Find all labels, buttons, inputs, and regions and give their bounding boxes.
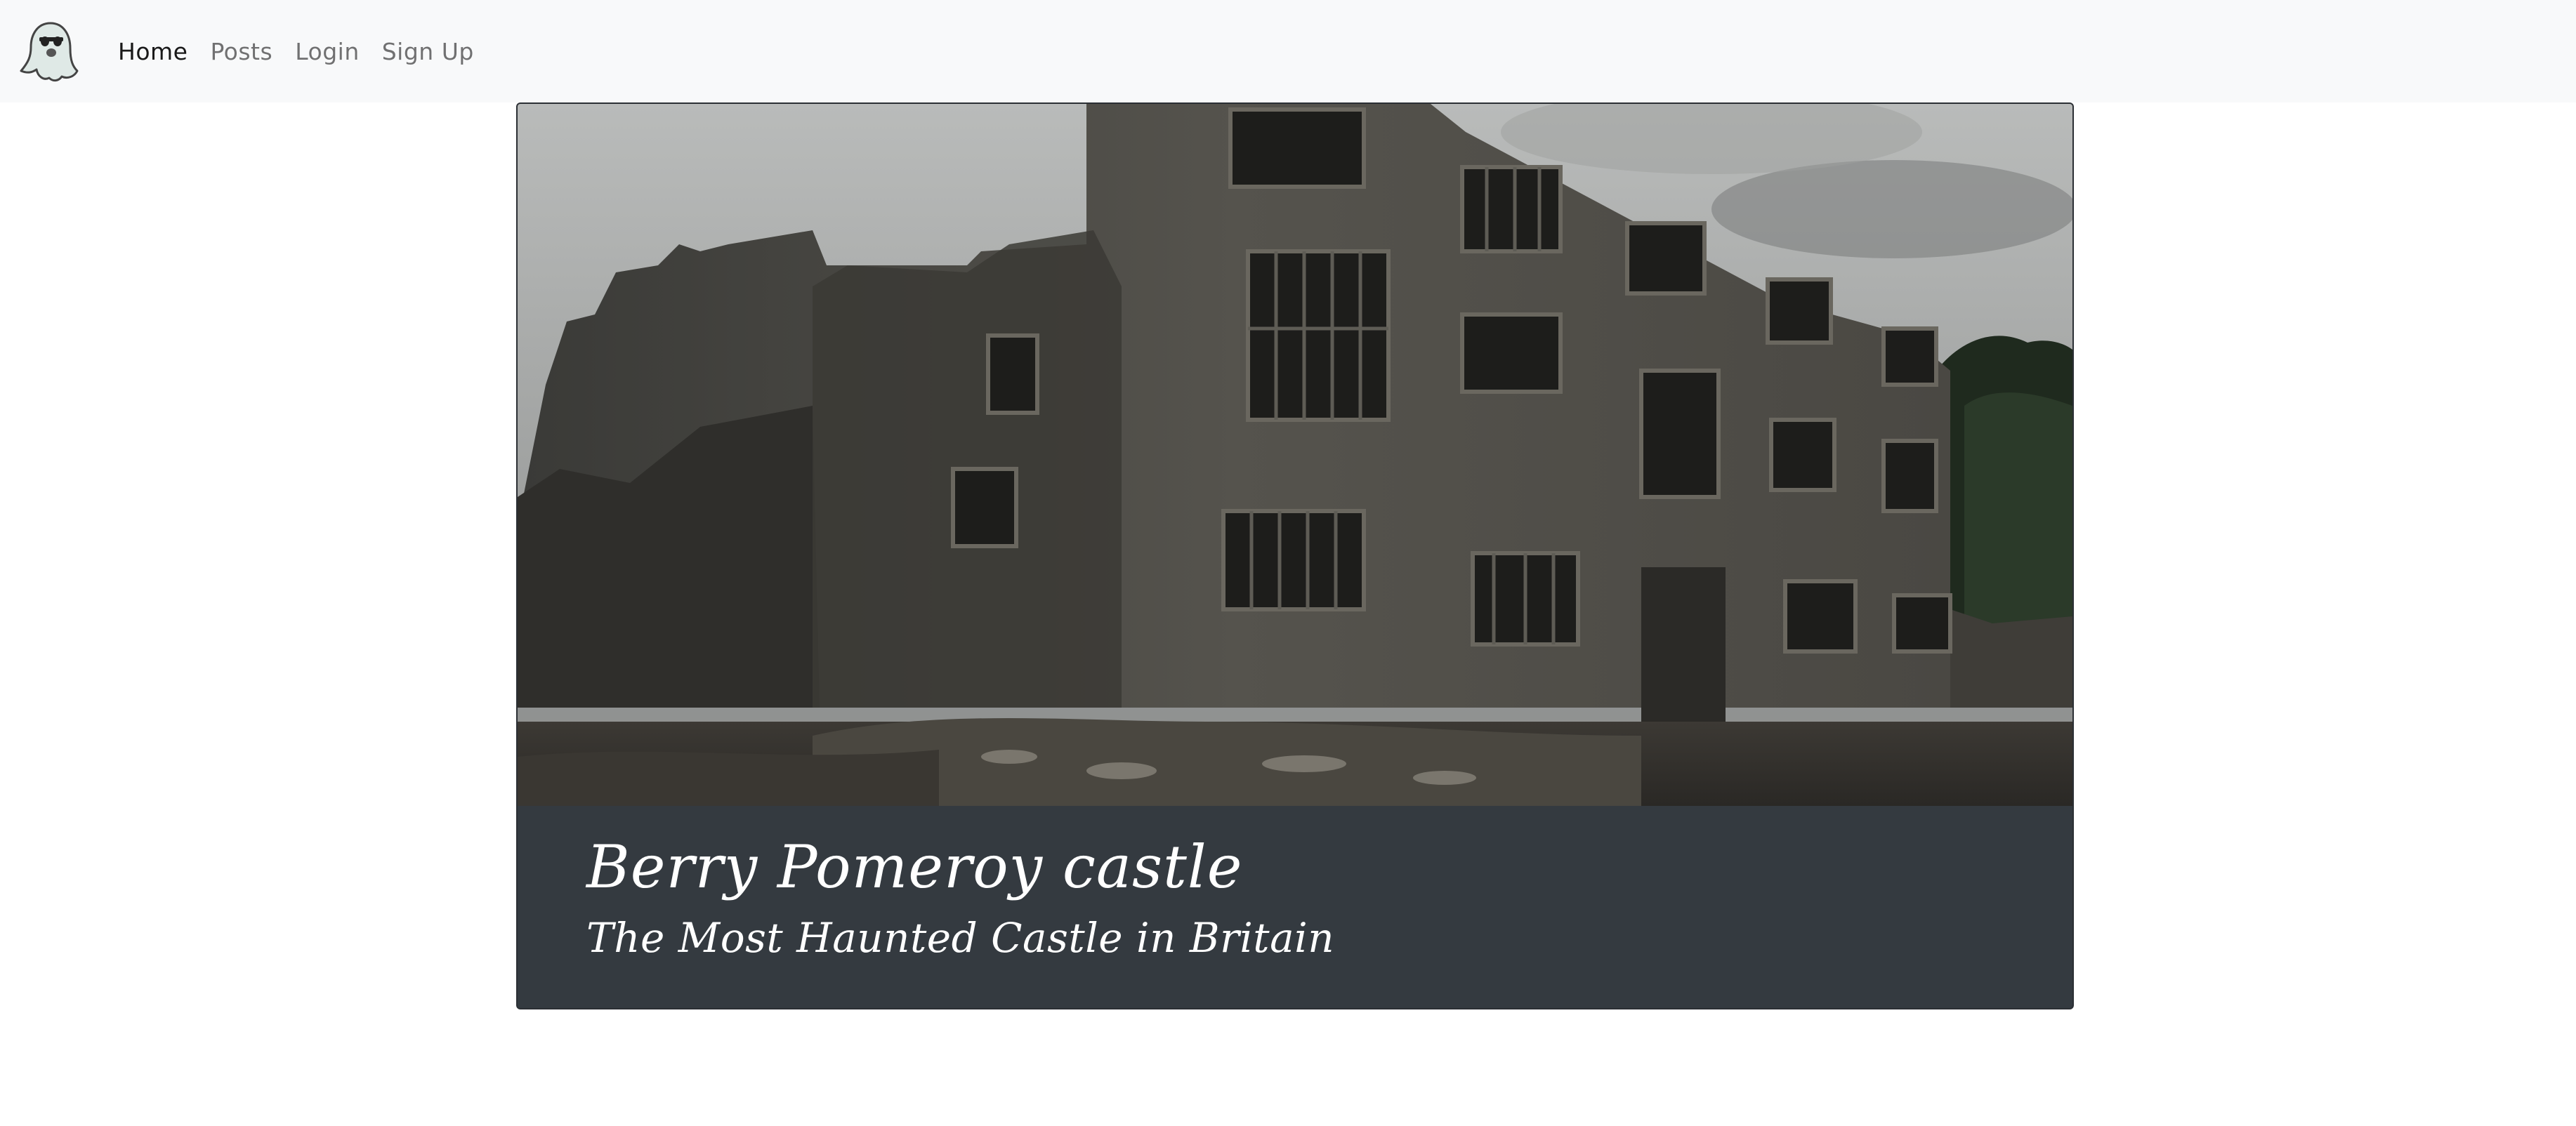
post-subtitle: The Most Haunted Castle in Britain bbox=[586, 914, 1335, 962]
post-title[interactable]: Berry Pomeroy castle bbox=[586, 833, 1242, 901]
nav-links: Home Posts Login Sign Up bbox=[118, 0, 497, 102]
featured-post-card[interactable]: Berry Pomeroy castle The Most Haunted Ca… bbox=[516, 102, 2074, 1009]
nav-link-home[interactable]: Home bbox=[118, 38, 188, 65]
top-navbar: Home Posts Login Sign Up bbox=[0, 0, 2576, 102]
nav-link-sign-up[interactable]: Sign Up bbox=[382, 38, 474, 65]
nav-link-login[interactable]: Login bbox=[295, 38, 360, 65]
ghost-icon[interactable] bbox=[17, 18, 84, 85]
nav-link-posts[interactable]: Posts bbox=[210, 38, 272, 65]
card-caption: Berry Pomeroy castle The Most Haunted Ca… bbox=[518, 806, 2072, 1008]
castle-ruin-photo bbox=[518, 104, 2072, 806]
